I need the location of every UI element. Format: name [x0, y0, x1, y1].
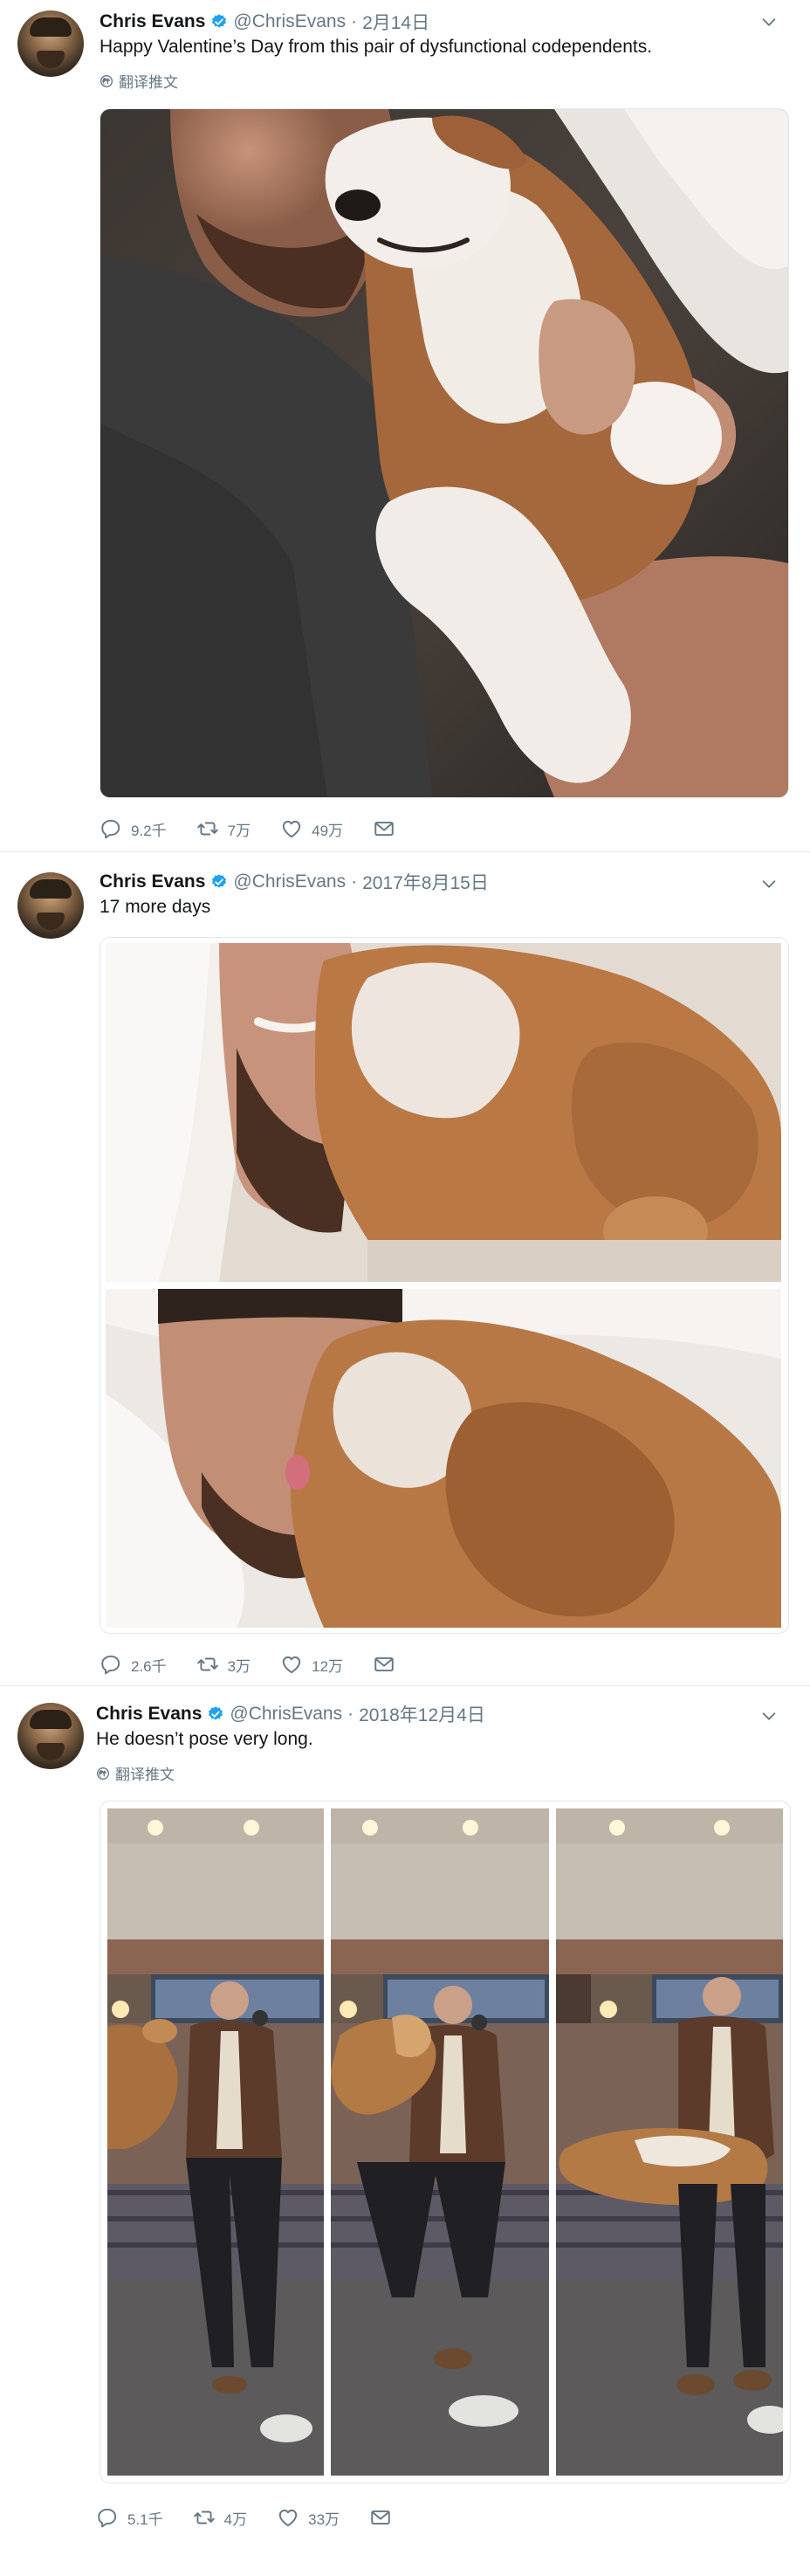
like-count: 12万 [312, 1657, 344, 1675]
reply-count: 9.2千 [131, 822, 167, 839]
tweet-divider [0, 1685, 810, 1686]
like-button[interactable]: 33万 [277, 2506, 340, 2529]
reply-count: 2.6千 [131, 1657, 167, 1675]
avatar[interactable] [17, 1703, 84, 1769]
photo-illustration [100, 109, 788, 797]
like-count: 33万 [308, 2511, 340, 2528]
separator-dot: · [351, 11, 358, 31]
author-handle[interactable]: @ChrisEvans [230, 1704, 342, 1725]
reply-icon [96, 2506, 119, 2529]
tweet-3[interactable]: Chris Evans @ChrisEvans · 2018年12月4日 He … [0, 1694, 810, 2567]
verified-badge-icon [207, 1705, 224, 1723]
translate-tweet-link[interactable]: 翻译推文 [100, 70, 178, 92]
translate-label: 翻译推文 [119, 74, 178, 91]
photo-illustration [331, 1808, 549, 2476]
tweet-media[interactable] [100, 1801, 791, 2483]
envelope-icon [373, 1653, 395, 1676]
tweet-media[interactable] [100, 937, 789, 1634]
author-name[interactable]: Chris Evans [100, 871, 205, 892]
envelope-icon [373, 817, 395, 840]
retweet-button[interactable]: 7万 [196, 817, 251, 840]
like-button[interactable]: 49万 [280, 817, 343, 840]
photo-illustration [106, 1289, 781, 1628]
tweet-actions: 9.2千 7万 49万 [100, 816, 434, 842]
like-button[interactable]: 12万 [280, 1653, 343, 1676]
message-button[interactable] [369, 2506, 401, 2529]
separator-dot: · [351, 871, 358, 892]
avatar[interactable] [17, 872, 84, 939]
tweet-header: Chris Evans @ChrisEvans · 2018年12月4日 [96, 1701, 485, 1727]
chevron-down-icon[interactable] [759, 12, 779, 31]
tweet-1[interactable]: Chris Evans @ChrisEvans · 2月14日 Happy Va… [0, 0, 810, 843]
tweet-media[interactable] [100, 108, 789, 798]
retweet-count: 3万 [227, 1657, 251, 1675]
tweet-text: Happy Valentine’s Day from this pair of … [100, 37, 653, 57]
photo-illustration [107, 1808, 324, 2476]
photo-bottom[interactable] [106, 1289, 781, 1628]
tweet-date[interactable]: 2月14日 [362, 9, 429, 35]
chevron-down-icon[interactable] [759, 874, 779, 893]
avatar-beard [37, 913, 65, 930]
message-button[interactable] [373, 817, 404, 840]
tweet-divider [0, 851, 810, 852]
tweet-header: Chris Evans @ChrisEvans · 2月14日 [100, 9, 429, 35]
author-name[interactable]: Chris Evans [100, 11, 205, 32]
heart-icon [280, 1653, 303, 1676]
retweet-icon [196, 1653, 219, 1676]
globe-icon [96, 1767, 110, 1780]
avatar[interactable] [17, 10, 84, 77]
photo-panel-1[interactable] [107, 1808, 324, 2476]
retweet-count: 7万 [227, 822, 251, 839]
retweet-count: 4万 [223, 2511, 248, 2528]
reply-button[interactable]: 2.6千 [100, 1653, 167, 1676]
reply-button[interactable]: 5.1千 [96, 2506, 163, 2529]
avatar-beard [37, 51, 65, 68]
photo-top[interactable] [106, 943, 781, 1282]
avatar-hair [30, 879, 72, 899]
tweet-text: 17 more days [100, 897, 211, 917]
message-button[interactable] [373, 1653, 404, 1676]
avatar-hair [30, 1710, 72, 1729]
author-handle[interactable]: @ChrisEvans [233, 871, 346, 892]
verified-badge-icon [210, 873, 228, 891]
envelope-icon [369, 2506, 392, 2529]
translate-label: 翻译推文 [115, 1767, 175, 1783]
tweet-date[interactable]: 2018年12月4日 [359, 1701, 485, 1727]
chevron-down-icon[interactable] [759, 1706, 779, 1725]
heart-icon [277, 2506, 299, 2529]
tweet-text: He doesn’t pose very long. [96, 1729, 313, 1749]
photo-man-with-dog[interactable] [100, 109, 788, 797]
photo-illustration [556, 1808, 783, 2476]
photo-panel-2[interactable] [331, 1808, 549, 2476]
verified-badge-icon [210, 13, 228, 31]
avatar-hair [30, 17, 72, 37]
reply-icon [100, 817, 122, 840]
avatar-beard [37, 1743, 65, 1760]
author-handle[interactable]: @ChrisEvans [233, 11, 346, 32]
retweet-icon [196, 817, 219, 840]
separator-dot: · [347, 1704, 354, 1724]
tweet-header: Chris Evans @ChrisEvans · 2017年8月15日 [100, 869, 489, 895]
retweet-button[interactable]: 3万 [196, 1653, 251, 1676]
photo-panel-3[interactable] [556, 1808, 783, 2476]
retweet-icon [193, 2506, 216, 2529]
reply-count: 5.1千 [127, 2511, 163, 2528]
author-name[interactable]: Chris Evans [96, 1704, 202, 1725]
like-count: 49万 [312, 822, 344, 839]
heart-icon [280, 817, 303, 840]
translate-tweet-link[interactable]: 翻译推文 [96, 1762, 175, 1784]
tweet-actions: 5.1千 4万 33万 [96, 2504, 430, 2531]
tweet-2[interactable]: Chris Evans @ChrisEvans · 2017年8月15日 17 … [0, 860, 810, 1698]
retweet-button[interactable]: 4万 [193, 2506, 247, 2529]
globe-icon [100, 74, 113, 88]
reply-button[interactable]: 9.2千 [100, 817, 167, 840]
reply-icon [100, 1653, 122, 1676]
tweet-date[interactable]: 2017年8月15日 [362, 869, 489, 895]
photo-illustration [106, 943, 781, 1282]
tweet-actions: 2.6千 3万 12万 [100, 1651, 434, 1677]
